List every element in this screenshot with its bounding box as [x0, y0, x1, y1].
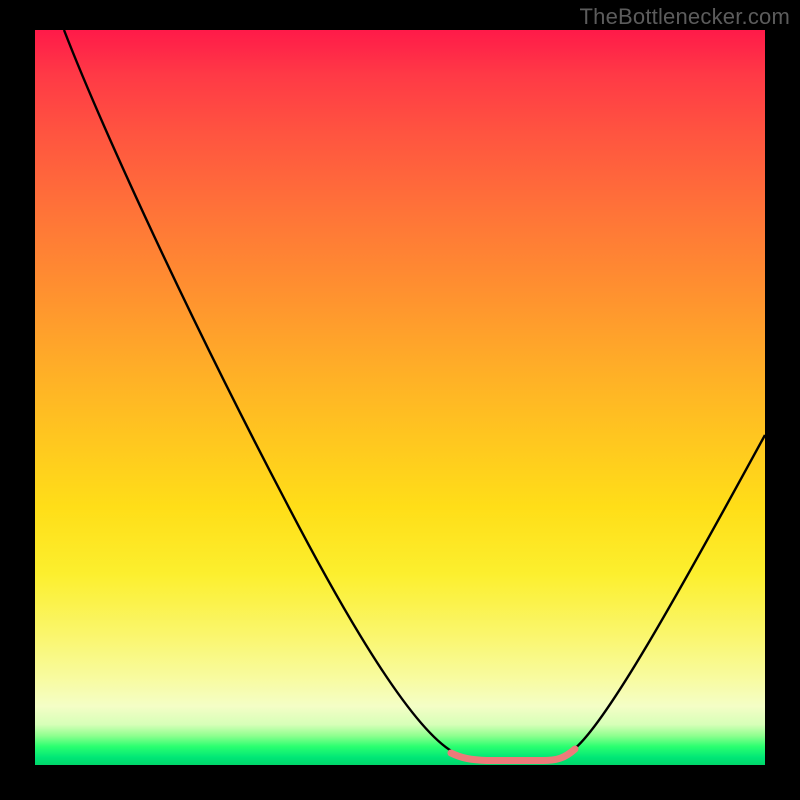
- watermark-text: TheBottlenecker.com: [580, 4, 790, 30]
- chart-frame: TheBottlenecker.com: [0, 0, 800, 800]
- bottleneck-curve: [64, 30, 765, 760]
- optimal-range-marker: [451, 749, 575, 761]
- curve-svg: [35, 30, 765, 765]
- plot-area: [35, 30, 765, 765]
